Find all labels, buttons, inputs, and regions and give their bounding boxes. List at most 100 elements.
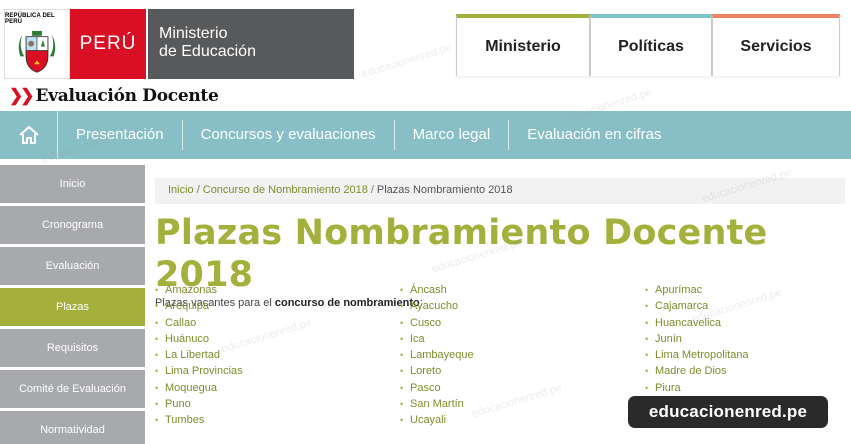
bullet-icon: •: [400, 399, 404, 410]
bullet-icon: •: [645, 366, 649, 377]
breadcrumb-section[interactable]: Concurso de Nombramiento 2018: [203, 184, 368, 196]
region-item[interactable]: • Junín: [645, 331, 749, 347]
peru-label: PERÚ: [70, 9, 146, 79]
region-item[interactable]: • Lambayeque: [400, 347, 474, 363]
tab-ministerio[interactable]: Ministerio: [456, 14, 590, 76]
region-item[interactable]: • Amazonas: [155, 282, 243, 298]
bullet-icon: •: [155, 317, 159, 328]
bullet-icon: •: [155, 382, 159, 393]
sidebar-item-plazas[interactable]: Plazas: [0, 288, 145, 326]
bullet-icon: •: [400, 285, 404, 295]
main-nav: Presentación Concursos y evaluaciones Ma…: [0, 111, 851, 159]
bullet-icon: •: [645, 333, 649, 344]
nav-marco-legal[interactable]: Marco legal: [395, 120, 510, 150]
region-name: La Libertad: [165, 349, 221, 362]
region-item[interactable]: • La Libertad: [155, 347, 243, 363]
sidebar-item-cronograma[interactable]: Cronograma: [0, 206, 145, 244]
bullet-icon: •: [155, 301, 159, 312]
region-name: Callao: [165, 316, 197, 329]
bullet-icon: •: [400, 301, 404, 312]
region-name: Lima Metropolitana: [655, 349, 749, 362]
region-name: Apurímac: [655, 284, 703, 296]
breadcrumb: Inicio / Concurso de Nombramiento 2018/Pla…: [155, 178, 845, 204]
breadcrumb-current: Plazas Nombramiento 2018: [376, 184, 513, 196]
nav-presentacion[interactable]: Presentación: [58, 120, 183, 150]
region-item[interactable]: • Huancavelica: [645, 315, 749, 331]
bullet-icon: •: [155, 399, 159, 410]
region-item[interactable]: • Ayacucho: [400, 298, 474, 314]
region-name: Arequipa: [165, 300, 210, 313]
bullet-icon: •: [645, 285, 649, 295]
breadcrumb-home[interactable]: Inicio: [168, 184, 194, 196]
nav-concursos[interactable]: Concursos y evaluaciones: [183, 120, 395, 150]
region-name: Cajamarca: [655, 300, 709, 313]
region-item[interactable]: • Lima Provincias: [155, 363, 243, 379]
sidebar-item-normatividad[interactable]: Normatividad: [0, 411, 145, 444]
region-item[interactable]: • Ucayali: [400, 412, 474, 428]
regions-column-1: • Amazonas • Arequipa • Callao • Huánuco • La Lib…: [155, 282, 243, 429]
region-name: Lima Provincias: [165, 365, 243, 378]
bullet-icon: •: [155, 366, 159, 377]
region-name: Ucayali: [410, 414, 447, 427]
bullet-icon: •: [155, 285, 159, 295]
tab-politicas[interactable]: Políticas: [590, 14, 712, 76]
region-name: Ica: [410, 332, 425, 345]
sidebar-item-inicio[interactable]: Inicio: [0, 165, 145, 203]
region-item[interactable]: • Cusco: [400, 315, 474, 331]
region-name: Tumbes: [165, 414, 205, 427]
coat-of-arms: REPÚBLICA DEL PERÚ: [4, 9, 70, 79]
site-title[interactable]: ❯❯ Evaluación Docente: [9, 86, 219, 106]
region-name: Madre de Dios: [655, 365, 727, 378]
nav-evaluacion-cifras[interactable]: Evaluación en cifras: [509, 120, 679, 150]
sidebar-item-requisitos[interactable]: Requisitos: [0, 329, 145, 367]
bullet-icon: •: [400, 415, 404, 426]
region-item[interactable]: • Tumbes: [155, 412, 243, 428]
region-item[interactable]: • Moquegua: [155, 380, 243, 396]
region-name: Puno: [165, 398, 191, 411]
region-item[interactable]: • Callao: [155, 315, 243, 331]
site-header: REPÚBLICA DEL PERÚ PERÚ Ministerio de Ed…: [0, 0, 851, 110]
bullet-icon: •: [155, 415, 159, 426]
bullet-icon: •: [645, 382, 649, 393]
shield-caption: REPÚBLICA DEL PERÚ: [5, 13, 55, 25]
region-item[interactable]: • Cajamarca: [645, 298, 749, 314]
ministry-line-1: Ministerio: [159, 25, 228, 42]
region-name: Pasco: [410, 381, 441, 394]
bullet-icon: •: [645, 317, 649, 328]
bullet-icon: •: [645, 350, 649, 361]
bullet-icon: •: [400, 317, 404, 328]
region-item[interactable]: • Lima Metropolitana: [645, 347, 749, 363]
bullet-icon: •: [400, 350, 404, 361]
region-item[interactable]: • San Martín: [400, 396, 474, 412]
ministry-name: Ministerio de Educación: [148, 9, 354, 79]
region-name: Huancavelica: [655, 316, 722, 329]
main-content: Inicio / Concurso de Nombramiento 2018/Pla…: [155, 178, 845, 426]
bullet-icon: •: [155, 333, 159, 344]
sidebar-item-comite[interactable]: Comité de Evaluación: [0, 370, 145, 408]
minedu-logo[interactable]: REPÚBLICA DEL PERÚ PERÚ Ministerio de Ed…: [4, 9, 354, 79]
region-name: Amazonas: [165, 284, 217, 296]
region-name: San Martín: [410, 398, 464, 411]
regions-column-3: • Apurímac • Cajamarca • Huancavelica • Junín • L…: [645, 282, 749, 412]
home-icon: [18, 126, 39, 144]
tab-servicios[interactable]: Servicios: [712, 14, 840, 76]
region-item[interactable]: • Ica: [400, 331, 474, 347]
top-tabs: Ministerio Políticas Servicios: [456, 14, 840, 76]
region-item[interactable]: • Puno: [155, 396, 243, 412]
region-item[interactable]: • Arequipa: [155, 298, 243, 314]
region-item[interactable]: • Piura: [645, 380, 749, 396]
region-item[interactable]: • Loreto: [400, 363, 474, 379]
region-item[interactable]: • Pasco: [400, 380, 474, 396]
region-item[interactable]: • Apurímac: [645, 282, 749, 298]
region-item[interactable]: • Áncash: [400, 282, 474, 298]
intro-bold: concurso de nombramiento: [274, 297, 420, 309]
site-title-text: Evaluación Docente: [35, 86, 219, 106]
breadcrumb-separator: /: [196, 184, 200, 196]
nav-home[interactable]: [0, 111, 58, 159]
bullet-icon: •: [400, 382, 404, 393]
sidebar-item-evaluacion[interactable]: Evaluación: [0, 247, 145, 285]
region-item[interactable]: • Huánuco: [155, 331, 243, 347]
sidebar: Inicio Cronograma Evaluación Plazas Requ…: [0, 165, 145, 444]
region-item[interactable]: • Madre de Dios: [645, 363, 749, 379]
region-name: Cusco: [410, 316, 442, 329]
